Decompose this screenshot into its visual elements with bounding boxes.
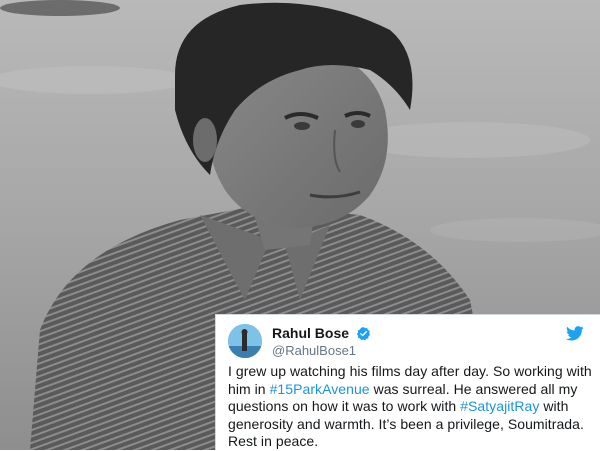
twitter-bird-icon[interactable]: [566, 326, 584, 341]
hashtag-link[interactable]: #15ParkAvenue: [270, 381, 370, 397]
hashtag-link[interactable]: #SatyajitRay: [460, 398, 539, 414]
tweet-header: Rahul Bose @RahulBose1: [228, 324, 590, 360]
author-handle[interactable]: @RahulBose1: [272, 343, 371, 359]
avatar[interactable]: [228, 324, 262, 358]
tweet-body: I grew up watching his films day after d…: [228, 363, 596, 451]
tweet-card[interactable]: Rahul Bose @RahulBose1 I grew up watchin…: [215, 314, 600, 450]
author-block[interactable]: Rahul Bose @RahulBose1: [272, 325, 371, 359]
verified-badge-icon: [357, 327, 371, 341]
author-display-name[interactable]: Rahul Bose: [272, 325, 349, 342]
